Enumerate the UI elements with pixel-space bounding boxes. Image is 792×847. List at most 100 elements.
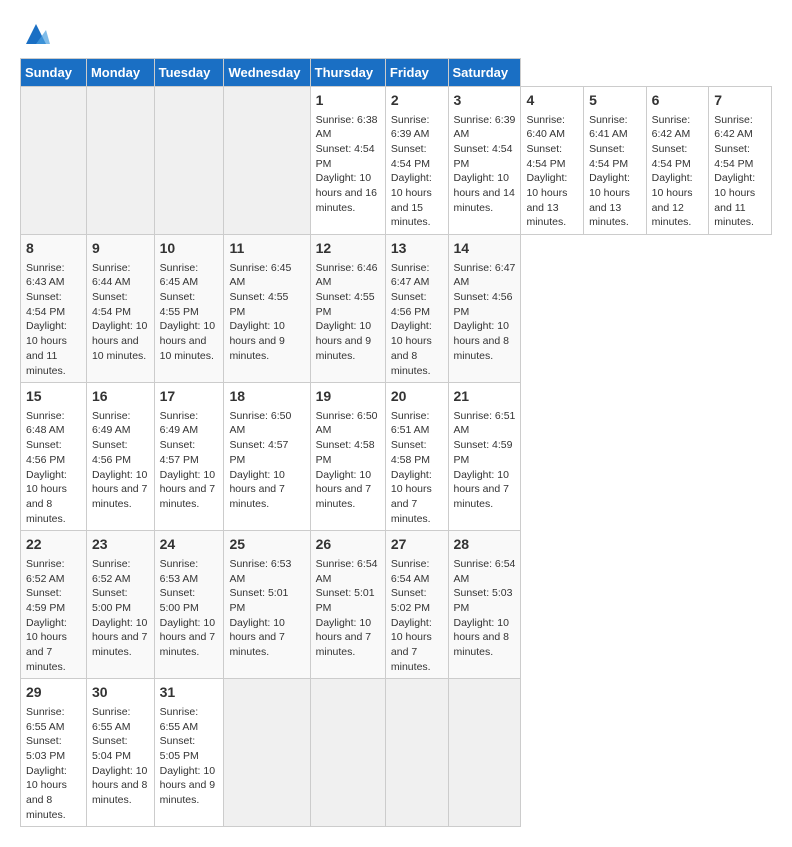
day-info: Sunrise: 6:45 AM (160, 261, 219, 290)
day-info: Sunrise: 6:54 AM (316, 557, 380, 586)
day-info: Sunrise: 6:54 AM (391, 557, 443, 586)
day-number: 3 (454, 91, 516, 111)
calendar-cell (224, 679, 310, 827)
day-info: Daylight: 10 hours and 13 minutes. (589, 171, 641, 230)
day-info: Daylight: 10 hours and 7 minutes. (391, 468, 443, 527)
day-number: 31 (160, 683, 219, 703)
day-info: Sunrise: 6:50 AM (316, 409, 380, 438)
day-info: Sunset: 4:56 PM (26, 438, 81, 467)
day-info: Sunset: 4:54 PM (652, 142, 704, 171)
calendar-week-row: 15Sunrise: 6:48 AMSunset: 4:56 PMDayligh… (21, 383, 772, 531)
calendar-cell: 20Sunrise: 6:51 AMSunset: 4:58 PMDayligh… (385, 383, 448, 531)
day-info: Daylight: 10 hours and 7 minutes. (92, 616, 149, 660)
day-info: Sunrise: 6:52 AM (92, 557, 149, 586)
day-info: Sunset: 4:56 PM (92, 438, 149, 467)
day-number: 24 (160, 535, 219, 555)
calendar-cell: 25Sunrise: 6:53 AMSunset: 5:01 PMDayligh… (224, 531, 310, 679)
calendar-cell: 27Sunrise: 6:54 AMSunset: 5:02 PMDayligh… (385, 531, 448, 679)
day-info: Sunset: 5:01 PM (316, 586, 380, 615)
calendar-cell: 10Sunrise: 6:45 AMSunset: 4:55 PMDayligh… (154, 235, 224, 383)
day-info: Sunrise: 6:39 AM (391, 113, 443, 142)
day-info: Daylight: 10 hours and 7 minutes. (26, 616, 81, 675)
day-info: Daylight: 10 hours and 8 minutes. (26, 468, 81, 527)
day-info: Sunset: 4:59 PM (26, 586, 81, 615)
day-info: Sunset: 4:54 PM (454, 142, 516, 171)
calendar-cell (86, 87, 154, 235)
page-header (20, 20, 772, 48)
calendar-cell: 18Sunrise: 6:50 AMSunset: 4:57 PMDayligh… (224, 383, 310, 531)
calendar-header-tuesday: Tuesday (154, 59, 224, 87)
calendar-week-row: 29Sunrise: 6:55 AMSunset: 5:03 PMDayligh… (21, 679, 772, 827)
day-number: 25 (229, 535, 304, 555)
day-number: 28 (454, 535, 516, 555)
calendar-header-friday: Friday (385, 59, 448, 87)
calendar-cell: 31Sunrise: 6:55 AMSunset: 5:05 PMDayligh… (154, 679, 224, 827)
day-info: Daylight: 10 hours and 7 minutes. (391, 616, 443, 675)
calendar-cell (154, 87, 224, 235)
calendar-header-wednesday: Wednesday (224, 59, 310, 87)
day-info: Sunset: 4:56 PM (454, 290, 516, 319)
day-info: Sunset: 5:01 PM (229, 586, 304, 615)
day-info: Daylight: 10 hours and 7 minutes. (454, 468, 516, 512)
day-info: Sunset: 4:54 PM (714, 142, 766, 171)
day-info: Daylight: 10 hours and 7 minutes. (92, 468, 149, 512)
calendar-week-row: 8Sunrise: 6:43 AMSunset: 4:54 PMDaylight… (21, 235, 772, 383)
day-info: Daylight: 10 hours and 7 minutes. (316, 468, 380, 512)
day-info: Sunset: 4:54 PM (92, 290, 149, 319)
calendar-cell: 11Sunrise: 6:45 AMSunset: 4:55 PMDayligh… (224, 235, 310, 383)
day-number: 23 (92, 535, 149, 555)
calendar-cell: 21Sunrise: 6:51 AMSunset: 4:59 PMDayligh… (448, 383, 521, 531)
day-info: Sunrise: 6:38 AM (316, 113, 380, 142)
calendar-cell: 28Sunrise: 6:54 AMSunset: 5:03 PMDayligh… (448, 531, 521, 679)
day-info: Daylight: 10 hours and 8 minutes. (454, 319, 516, 363)
day-info: Sunset: 5:04 PM (92, 734, 149, 763)
calendar-header-sunday: Sunday (21, 59, 87, 87)
day-info: Daylight: 10 hours and 7 minutes. (160, 468, 219, 512)
day-info: Sunset: 4:54 PM (26, 290, 81, 319)
day-info: Sunset: 4:55 PM (229, 290, 304, 319)
calendar-header-row: SundayMondayTuesdayWednesdayThursdayFrid… (21, 59, 772, 87)
day-number: 20 (391, 387, 443, 407)
calendar-cell: 4Sunrise: 6:40 AMSunset: 4:54 PMDaylight… (521, 87, 584, 235)
day-info: Sunrise: 6:44 AM (92, 261, 149, 290)
calendar-cell: 24Sunrise: 6:53 AMSunset: 5:00 PMDayligh… (154, 531, 224, 679)
day-info: Daylight: 10 hours and 7 minutes. (316, 616, 380, 660)
day-info: Daylight: 10 hours and 12 minutes. (652, 171, 704, 230)
logo (20, 20, 50, 48)
day-info: Sunrise: 6:45 AM (229, 261, 304, 290)
calendar-cell: 14Sunrise: 6:47 AMSunset: 4:56 PMDayligh… (448, 235, 521, 383)
calendar-header-saturday: Saturday (448, 59, 521, 87)
day-number: 12 (316, 239, 380, 259)
day-info: Sunset: 4:54 PM (391, 142, 443, 171)
day-info: Daylight: 10 hours and 7 minutes. (160, 616, 219, 660)
calendar-cell: 16Sunrise: 6:49 AMSunset: 4:56 PMDayligh… (86, 383, 154, 531)
day-info: Sunrise: 6:53 AM (229, 557, 304, 586)
day-info: Sunrise: 6:41 AM (589, 113, 641, 142)
day-info: Sunset: 5:00 PM (92, 586, 149, 615)
day-info: Sunrise: 6:51 AM (454, 409, 516, 438)
day-info: Sunrise: 6:55 AM (160, 705, 219, 734)
day-number: 9 (92, 239, 149, 259)
day-number: 11 (229, 239, 304, 259)
day-info: Sunrise: 6:48 AM (26, 409, 81, 438)
day-info: Sunset: 4:59 PM (454, 438, 516, 467)
day-info: Daylight: 10 hours and 11 minutes. (26, 319, 81, 378)
day-number: 30 (92, 683, 149, 703)
day-info: Sunset: 4:57 PM (160, 438, 219, 467)
calendar-cell (224, 87, 310, 235)
day-number: 8 (26, 239, 81, 259)
calendar-cell: 30Sunrise: 6:55 AMSunset: 5:04 PMDayligh… (86, 679, 154, 827)
day-info: Daylight: 10 hours and 7 minutes. (229, 468, 304, 512)
calendar-cell: 13Sunrise: 6:47 AMSunset: 4:56 PMDayligh… (385, 235, 448, 383)
calendar-cell: 15Sunrise: 6:48 AMSunset: 4:56 PMDayligh… (21, 383, 87, 531)
day-number: 6 (652, 91, 704, 111)
day-number: 7 (714, 91, 766, 111)
day-info: Daylight: 10 hours and 15 minutes. (391, 171, 443, 230)
calendar-cell: 3Sunrise: 6:39 AMSunset: 4:54 PMDaylight… (448, 87, 521, 235)
calendar-cell: 7Sunrise: 6:42 AMSunset: 4:54 PMDaylight… (709, 87, 772, 235)
day-info: Daylight: 10 hours and 10 minutes. (160, 319, 219, 363)
day-info: Daylight: 10 hours and 8 minutes. (391, 319, 443, 378)
calendar-week-row: 1Sunrise: 6:38 AMSunset: 4:54 PMDaylight… (21, 87, 772, 235)
calendar-cell: 9Sunrise: 6:44 AMSunset: 4:54 PMDaylight… (86, 235, 154, 383)
day-info: Sunset: 4:55 PM (316, 290, 380, 319)
